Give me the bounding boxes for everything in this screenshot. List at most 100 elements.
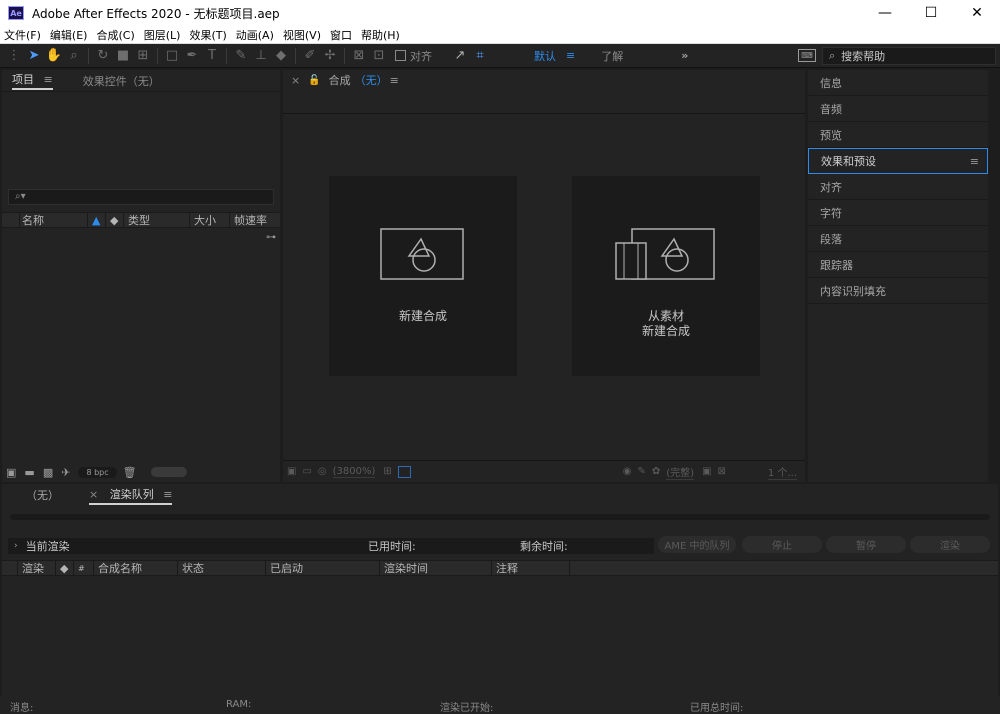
pan-behind-tool-icon[interactable]: ⊞ (133, 46, 153, 66)
hand-tool-icon[interactable]: ✋ (44, 46, 64, 66)
minimize-button[interactable]: — (862, 0, 908, 26)
render-button[interactable]: 渲染 (910, 536, 990, 553)
column-size[interactable]: 大小 (190, 212, 230, 228)
new-comp-from-footage-card[interactable]: 从素材 新建合成 (572, 176, 760, 376)
interpret-footage-icon[interactable]: ▣ (6, 466, 16, 479)
tab-timeline-none[interactable]: （无） (26, 487, 59, 503)
monitor-icon[interactable]: ▭ (302, 466, 311, 477)
workspace-learn[interactable]: 了解 (601, 48, 623, 64)
clone-stamp-tool-icon[interactable]: ⊥ (251, 46, 271, 66)
panel-effects-presets[interactable]: 效果和预设 ≡ (808, 148, 988, 174)
close-tab-icon[interactable]: × (291, 74, 300, 87)
column-comp-name[interactable]: 合成名称 (94, 560, 178, 576)
type-tool-icon[interactable]: T (202, 46, 222, 66)
panel-menu-icon[interactable]: ≡ (44, 73, 53, 86)
menu-composition[interactable]: 合成(C) (96, 27, 134, 43)
thumbnail-slider[interactable] (150, 467, 187, 477)
region-of-interest-icon[interactable]: ▣ (702, 466, 711, 477)
rotate-tool-icon[interactable]: ↻ (93, 46, 113, 66)
menu-file[interactable]: 文件(F) (4, 27, 41, 43)
panel-tracker[interactable]: 跟踪器 (808, 252, 988, 278)
preview-toggle-icon[interactable]: ▣ (287, 466, 296, 477)
puppet-pin-tool-icon[interactable]: ✢ (320, 46, 340, 66)
expand-column[interactable] (2, 560, 18, 576)
rectangle-tool-icon[interactable]: □ (162, 46, 182, 66)
3d-view-icon[interactable]: ⊠ (718, 466, 726, 477)
selection-tool-icon[interactable]: ➤ (24, 46, 44, 66)
panel-paragraph[interactable]: 段落 (808, 226, 988, 252)
panel-menu-icon[interactable]: ≡ (970, 155, 979, 168)
column-frame-rate[interactable]: 帧速率 (230, 212, 278, 228)
zoom-tool-icon[interactable]: ⌕ (64, 46, 84, 66)
menu-edit[interactable]: 编辑(E) (50, 27, 88, 43)
menu-animation[interactable]: 动画(A) (236, 27, 274, 43)
tag-icon[interactable]: ◆ (56, 560, 74, 576)
more-workspaces-icon[interactable]: » (681, 49, 688, 62)
panel-menu-icon[interactable]: ≡ (390, 74, 399, 87)
panel-content-aware-fill[interactable]: 内容识别填充 (808, 278, 988, 304)
adobe-media-encoder-icon[interactable]: ✈ (61, 466, 70, 479)
snap-target-icon[interactable]: ⌗ (470, 46, 490, 66)
tab-project[interactable]: 项目 ≡ (12, 71, 53, 90)
search-help-input[interactable]: ⌕ 搜索帮助 (822, 47, 996, 65)
menu-effect[interactable]: 效果(T) (189, 27, 226, 43)
label-column[interactable] (2, 212, 20, 228)
world-axis-icon[interactable]: ⊡ (369, 46, 389, 66)
column-render-time[interactable]: 渲染时间 (380, 560, 492, 576)
panel-character[interactable]: 字符 (808, 200, 988, 226)
local-axis-icon[interactable]: ⊠ (349, 46, 369, 66)
chevron-right-icon[interactable]: › (14, 541, 18, 551)
menu-window[interactable]: 窗口 (330, 27, 352, 43)
menu-layer[interactable]: 图层(L) (144, 27, 181, 43)
maximize-button[interactable]: ☐ (908, 0, 954, 26)
zoom-dropdown[interactable]: (3800%) (332, 466, 376, 478)
panel-preview[interactable]: 预览 (808, 122, 988, 148)
panel-info[interactable]: 信息 (808, 70, 988, 96)
brush-tool-icon[interactable]: ✎ (231, 46, 251, 66)
trash-icon[interactable]: 🗑 (123, 466, 137, 479)
keyboard-shortcuts-icon[interactable]: ⌨ (798, 49, 816, 62)
safe-margins-icon[interactable]: ⊞ (383, 466, 391, 477)
sort-ascending-icon[interactable]: ▲ (88, 212, 106, 228)
queue-in-ame-button[interactable]: AME 中的队列 (658, 536, 736, 553)
snapshot-icon[interactable]: ◉ (623, 466, 632, 477)
tag-icon[interactable]: ◆ (106, 212, 124, 228)
pause-button[interactable]: 暂停 (826, 536, 906, 553)
color-channel-icon[interactable]: ✿ (652, 466, 660, 477)
new-composition-icon[interactable]: ▩ (43, 466, 53, 479)
composition-tab-label[interactable]: 合成 (329, 72, 351, 88)
transparency-grid-icon[interactable] (397, 465, 411, 478)
tab-render-queue[interactable]: × 渲染队列 ≡ (89, 486, 173, 505)
column-render[interactable]: 渲染 (18, 560, 56, 576)
close-tab-icon[interactable]: × (89, 488, 98, 501)
show-snapshot-icon[interactable]: ✎ (637, 466, 645, 477)
eraser-tool-icon[interactable]: ◆ (271, 46, 291, 66)
align-checkbox[interactable]: 对齐 (395, 48, 432, 64)
flowchart-icon[interactable]: ⊶ (266, 232, 276, 243)
close-button[interactable]: ✕ (954, 0, 1000, 26)
pen-tool-icon[interactable]: ✒ (182, 46, 202, 66)
column-started[interactable]: 已启动 (266, 560, 380, 576)
camera-tool-icon[interactable]: ■ (113, 46, 133, 66)
new-composition-card[interactable]: 新建合成 (329, 176, 517, 376)
quality-dropdown[interactable]: (完整) (666, 464, 695, 480)
column-status[interactable]: 状态 (178, 560, 266, 576)
panel-audio[interactable]: 音频 (808, 96, 988, 122)
lock-icon[interactable]: 🔓 (308, 75, 320, 86)
bit-depth-badge[interactable]: 8 bpc (78, 466, 117, 478)
snapping-icon[interactable]: ↗ (450, 46, 470, 66)
mask-view-icon[interactable]: ◎ (318, 466, 327, 477)
menu-view[interactable]: 视图(V) (283, 27, 321, 43)
column-number[interactable]: # (74, 560, 94, 576)
roto-brush-tool-icon[interactable]: ✐ (300, 46, 320, 66)
project-search-input[interactable]: ⌕▾ (8, 189, 274, 205)
menu-help[interactable]: 帮助(H) (361, 27, 400, 43)
stop-button[interactable]: 停止 (742, 536, 822, 553)
views-dropdown[interactable]: 1 个... (767, 464, 797, 480)
panel-menu-icon[interactable]: ≡ (163, 488, 172, 501)
tab-effect-controls[interactable]: 效果控件（无） (83, 73, 160, 89)
column-type[interactable]: 类型 (124, 212, 190, 228)
new-folder-icon[interactable]: ▬ (24, 466, 34, 479)
column-comment[interactable]: 注释 (492, 560, 570, 576)
panel-align[interactable]: 对齐 (808, 174, 988, 200)
